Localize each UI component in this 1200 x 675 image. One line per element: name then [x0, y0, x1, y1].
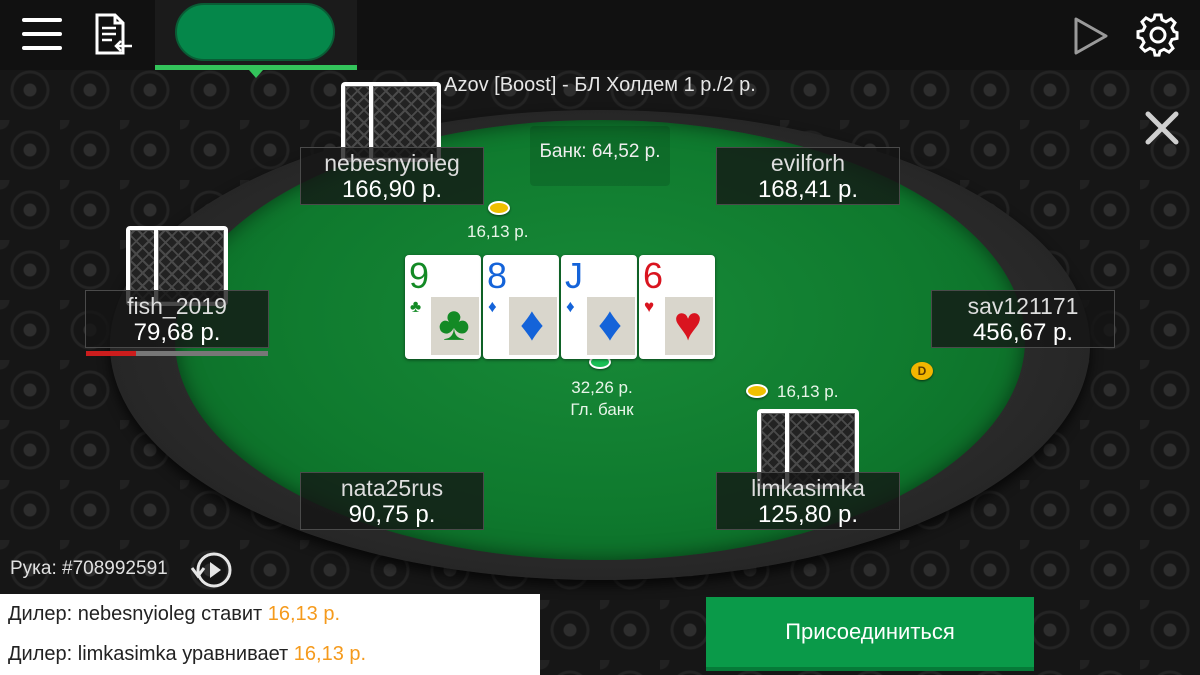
log-line: Дилер: nebesnyioleg ставит 16,13 р. — [8, 603, 341, 625]
close-icon[interactable] — [1142, 108, 1182, 148]
seat-nata25rus[interactable]: nata25rus 90,75 р. — [300, 472, 484, 530]
player-stack: 125,80 р. — [757, 501, 859, 528]
total-pot: Банк: 64,52 р. — [530, 126, 670, 186]
club-icon: ♣ — [438, 298, 470, 351]
player-name: nebesnyioleg — [324, 150, 460, 176]
card-rank: 8 — [487, 255, 508, 296]
board-card: 9 ♣ ♣ — [405, 255, 481, 359]
card-suit-small: ♥ — [644, 297, 655, 316]
bet-nebesnyioleg: 16,13 р. — [467, 222, 529, 241]
diamond-icon: ♦ — [519, 298, 545, 351]
card-rank: 9 — [409, 255, 430, 296]
main-pot-amount: 32,26 р. — [571, 378, 633, 397]
hand-history-icon[interactable] — [92, 12, 134, 56]
board-card: 6 ♥ ♥ — [639, 255, 715, 359]
replay-icon[interactable] — [190, 550, 234, 590]
player-stack: 79,68 р. — [133, 319, 221, 346]
hand-number: Рука: #708992591 — [10, 558, 168, 579]
seat-fish-2019[interactable]: fish_2019 79,68 р. — [85, 290, 269, 348]
gear-icon[interactable] — [1136, 13, 1180, 57]
dealer-button: D — [911, 362, 933, 380]
seat-nebesnyioleg[interactable]: nebesnyioleg 166,90 р. — [300, 147, 484, 205]
player-stack: 168,41 р. — [757, 176, 859, 203]
table-tab — [155, 0, 357, 78]
join-button[interactable]: Присоединиться — [706, 597, 1034, 671]
action-log: Дилер: nebesnyioleg ставит 16,13 р. Диле… — [0, 594, 540, 675]
seat-evilforh[interactable]: evilforh 168,41 р. — [716, 147, 900, 205]
player-stack: 456,67 р. — [972, 319, 1074, 346]
table-title: Azov [Boost] - БЛ Холдем 1 р./2 р. — [444, 74, 756, 96]
chip-icon — [746, 384, 768, 398]
player-name: fish_2019 — [127, 293, 227, 319]
card-suit-small: ♦ — [566, 297, 575, 316]
log-line: Дилер: limkasimka уравнивает 16,13 р. — [8, 643, 367, 665]
board-card: J ♦ ♦ — [561, 255, 637, 359]
top-bar — [0, 0, 1200, 78]
bet-limkasimka: 16,13 р. — [777, 382, 839, 401]
player-name: limkasimka — [751, 475, 865, 501]
player-name: nata25rus — [340, 475, 444, 501]
heart-icon: ♥ — [673, 298, 703, 351]
diamond-icon: ♦ — [597, 298, 623, 351]
player-stack: 90,75 р. — [348, 501, 436, 528]
card-rank: J — [565, 255, 583, 296]
main-pot-label: Гл. банк — [570, 400, 634, 419]
action-timer-fill — [86, 351, 136, 356]
player-name: evilforh — [770, 150, 846, 176]
card-rank: 6 — [643, 255, 664, 296]
play-icon[interactable] — [1070, 16, 1110, 56]
board-card: 8 ♦ ♦ — [483, 255, 559, 359]
seat-sav121171[interactable]: sav121171 456,67 р. — [931, 290, 1115, 348]
player-stack: 166,90 р. — [341, 176, 443, 203]
card-suit-small: ♣ — [410, 297, 422, 316]
chip-icon — [488, 201, 510, 215]
card-suit-small: ♦ — [488, 297, 497, 316]
table-tab-thumbnail[interactable] — [175, 3, 335, 61]
action-timer-bar — [86, 351, 268, 356]
seat-limkasimka[interactable]: limkasimka 125,80 р. — [716, 472, 900, 530]
player-name: sav121171 — [967, 293, 1079, 319]
menu-icon[interactable] — [22, 15, 62, 53]
